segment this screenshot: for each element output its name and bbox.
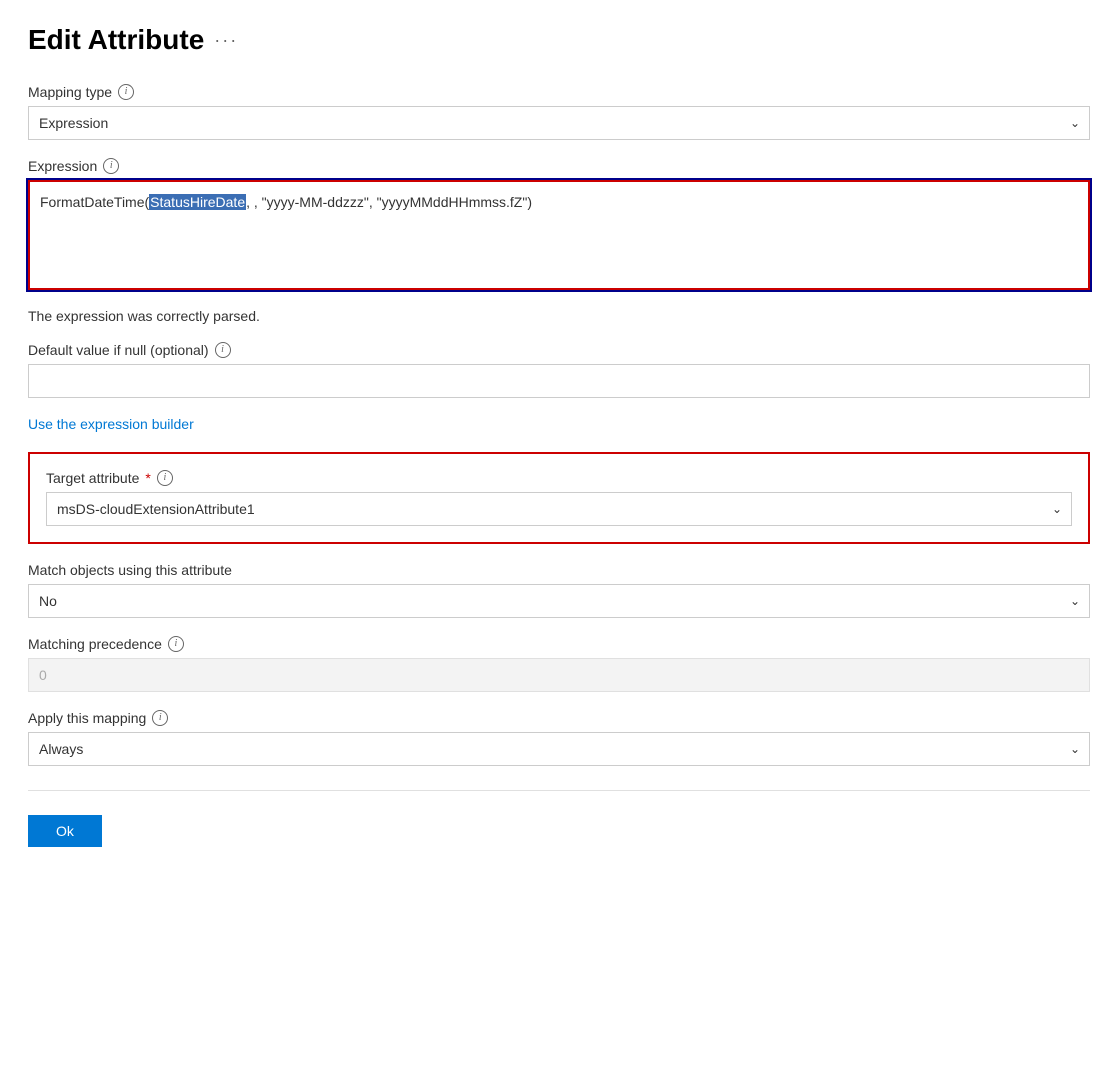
mapping-type-select-wrapper: Expression Direct Constant None ⌄ <box>28 106 1090 140</box>
expression-prefix: FormatDateTime( <box>40 194 149 210</box>
expression-input[interactable]: FormatDateTime(StatusHireDate, , "yyyy-M… <box>28 180 1090 290</box>
matching-precedence-info-icon[interactable]: i <box>168 636 184 652</box>
expression-label: Expression i <box>28 158 1090 174</box>
apply-mapping-select-wrapper: Always Only during object creation Only … <box>28 732 1090 766</box>
default-value-label: Default value if null (optional) i <box>28 342 1090 358</box>
ok-button[interactable]: Ok <box>28 815 102 847</box>
default-value-input[interactable] <box>28 364 1090 398</box>
divider <box>28 790 1090 791</box>
matching-precedence-section: Matching precedence i <box>28 636 1090 692</box>
page-title: Edit Attribute <box>28 24 204 56</box>
matching-precedence-label: Matching precedence i <box>28 636 1090 652</box>
match-objects-select[interactable]: No Yes <box>28 584 1090 618</box>
match-objects-select-wrapper: No Yes ⌄ <box>28 584 1090 618</box>
expression-highlighted-value: StatusHireDate <box>149 194 246 210</box>
mapping-type-info-icon[interactable]: i <box>118 84 134 100</box>
more-options-icon[interactable]: ··· <box>214 30 238 51</box>
expression-section: Expression i FormatDateTime(StatusHireDa… <box>28 158 1090 290</box>
expression-suffix: , , "yyyy-MM-ddzzz", "yyyyMMddHHmmss.fZ"… <box>246 194 532 210</box>
mapping-type-label: Mapping type i <box>28 84 1090 100</box>
expression-info-icon[interactable]: i <box>103 158 119 174</box>
default-value-section: Default value if null (optional) i <box>28 342 1090 398</box>
match-objects-section: Match objects using this attribute No Ye… <box>28 562 1090 618</box>
required-star: * <box>145 470 150 486</box>
apply-mapping-select[interactable]: Always Only during object creation Only … <box>28 732 1090 766</box>
target-attribute-label: Target attribute * i <box>46 470 1072 486</box>
match-objects-label: Match objects using this attribute <box>28 562 1090 578</box>
matching-precedence-input[interactable] <box>28 658 1090 692</box>
mapping-type-section: Mapping type i Expression Direct Constan… <box>28 84 1090 140</box>
default-value-info-icon[interactable]: i <box>215 342 231 358</box>
target-attribute-select[interactable]: msDS-cloudExtensionAttribute1 msDS-cloud… <box>46 492 1072 526</box>
expression-builder-link[interactable]: Use the expression builder <box>28 416 194 432</box>
apply-mapping-label: Apply this mapping i <box>28 710 1090 726</box>
target-attribute-section: Target attribute * i msDS-cloudExtension… <box>28 452 1090 544</box>
target-attribute-select-wrapper: msDS-cloudExtensionAttribute1 msDS-cloud… <box>46 492 1072 526</box>
target-attribute-info-icon[interactable]: i <box>157 470 173 486</box>
apply-mapping-info-icon[interactable]: i <box>152 710 168 726</box>
apply-mapping-section: Apply this mapping i Always Only during … <box>28 710 1090 766</box>
edit-attribute-panel: Edit Attribute ··· Mapping type i Expres… <box>0 0 1118 887</box>
mapping-type-select[interactable]: Expression Direct Constant None <box>28 106 1090 140</box>
page-header: Edit Attribute ··· <box>28 24 1090 56</box>
parsed-message: The expression was correctly parsed. <box>28 308 1090 324</box>
